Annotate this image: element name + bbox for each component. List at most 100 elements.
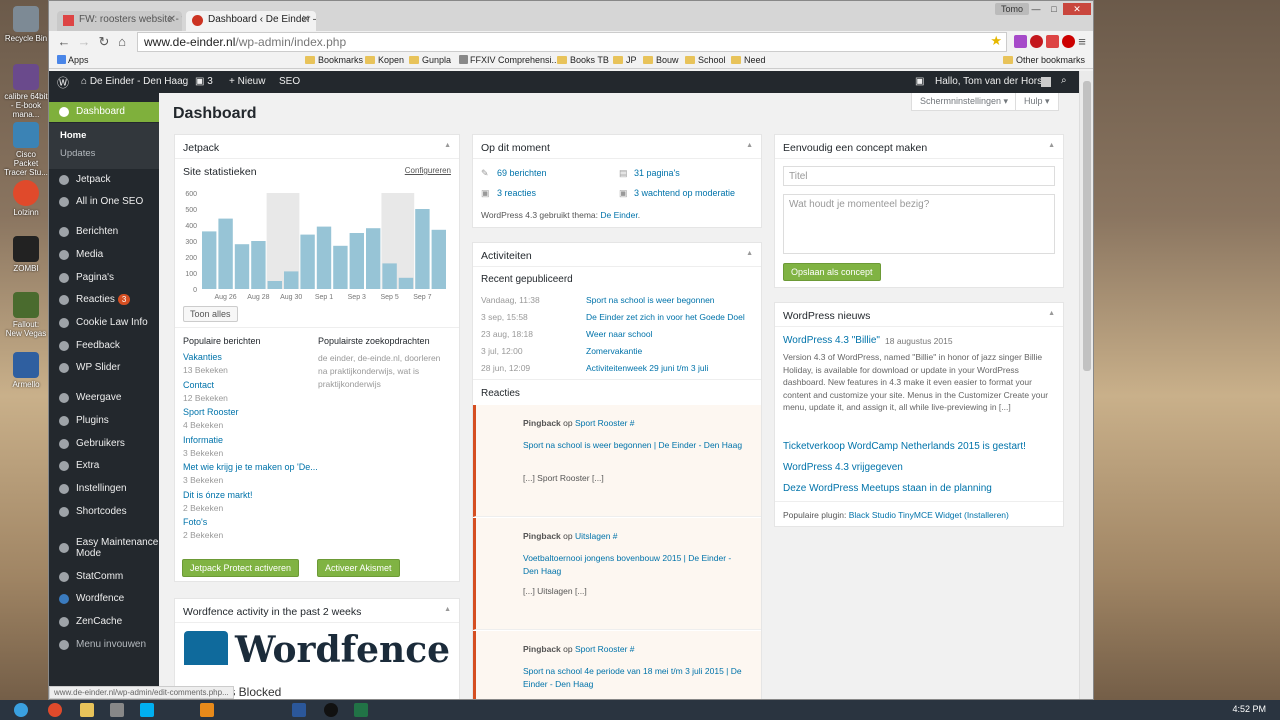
menu-shortcodes[interactable]: Shortcodes xyxy=(49,503,159,521)
vlc-taskbar-icon[interactable] xyxy=(200,703,214,717)
desktop-icon-calibre[interactable]: calibre 64bit - E-book mana... xyxy=(4,64,48,119)
account-greeting[interactable]: Hallo, Tom van der Horst xyxy=(935,76,1045,87)
theme-link[interactable]: De Einder xyxy=(600,210,637,220)
search-icon[interactable]: ⌕ xyxy=(1061,75,1067,86)
plugin-link[interactable]: Black Studio TinyMCE Widget xyxy=(849,510,962,520)
toggle-arrow-icon[interactable]: ▲ xyxy=(1048,310,1055,317)
chrome-taskbar-icon[interactable] xyxy=(48,703,62,717)
menu-wp-slider[interactable]: WP Slider xyxy=(49,359,159,377)
comment-target-link[interactable]: Sport Rooster # xyxy=(575,644,635,654)
comment-link[interactable]: Voetbaltoernooi jongens bovenbouw 2015 |… xyxy=(523,552,743,577)
help-button[interactable]: Hulp ▾ xyxy=(1015,93,1059,111)
menu-statcomm[interactable]: StatComm xyxy=(49,568,159,586)
menu-all-in-one-seo[interactable]: All in One SEO xyxy=(49,193,159,211)
news-link-1[interactable]: Ticketverkoop WordCamp Netherlands 2015 … xyxy=(783,441,1026,452)
reload-icon[interactable]: ↻ xyxy=(95,34,113,50)
chart-bar[interactable] xyxy=(333,245,348,289)
chart-bar[interactable] xyxy=(382,263,397,289)
toggle-arrow-icon[interactable]: ▲ xyxy=(746,250,753,257)
skype-taskbar-icon[interactable] xyxy=(140,703,154,717)
excel-taskbar-icon[interactable] xyxy=(354,703,368,717)
bookmark-need[interactable]: Need xyxy=(731,55,766,65)
menu-dashboard[interactable]: Dashboard xyxy=(49,102,159,122)
popular-post-link[interactable]: Met wie krijg je te maken op 'De... xyxy=(183,462,318,472)
close-window-icon[interactable]: ✕ xyxy=(1063,3,1091,15)
word-taskbar-icon[interactable] xyxy=(292,703,306,717)
comments-count-link[interactable]: 3 reacties xyxy=(497,188,536,198)
opera-icon[interactable] xyxy=(1030,35,1043,48)
menu-collapse[interactable]: Menu invouwen xyxy=(49,636,159,654)
app-taskbar-icon[interactable] xyxy=(110,703,124,717)
bookmark-kopen[interactable]: Kopen xyxy=(365,55,404,65)
recent-post-link[interactable]: Zomervakantie xyxy=(586,346,642,356)
news-main-link[interactable]: WordPress 4.3 "Billie" xyxy=(783,335,880,346)
desktop-icon-zombi[interactable]: ZOMBI xyxy=(4,236,48,273)
new-content-link[interactable]: + Nieuw xyxy=(229,76,265,87)
bookmark-school[interactable]: School xyxy=(685,55,726,65)
menu-berichten[interactable]: Berichten xyxy=(49,223,159,241)
desktop-icon-lolzinn[interactable]: Lolzinn xyxy=(4,180,48,217)
submenu-home[interactable]: Home xyxy=(60,130,86,141)
comment-link[interactable]: Sport na school 4e periode van 18 mei t/… xyxy=(523,665,743,690)
bookmark-ffxiv[interactable]: FFXIV Comprehensi... xyxy=(459,55,559,65)
chart-bar[interactable] xyxy=(202,231,217,289)
chart-bar[interactable] xyxy=(415,209,430,289)
menu-gebruikers[interactable]: Gebruikers xyxy=(49,435,159,453)
comments-link[interactable]: ▣ 3 xyxy=(195,76,213,87)
popular-post-link[interactable]: Contact xyxy=(183,380,214,390)
menu-feedback[interactable]: Feedback xyxy=(49,337,159,355)
url-bar[interactable]: www.de-einder.nl/wp-admin/index.php ★ xyxy=(137,32,1007,52)
bookmark-bookmarks[interactable]: Bookmarks xyxy=(305,55,363,65)
toggle-arrow-icon[interactable]: ▲ xyxy=(1048,142,1055,149)
chrome-user-badge[interactable]: Tomo xyxy=(994,3,1029,15)
close-tab-icon[interactable]: ✕ xyxy=(302,14,310,25)
minimize-icon[interactable]: — xyxy=(1027,3,1045,15)
desktop-icon-recycle-bin[interactable]: Recycle Bin xyxy=(4,6,48,43)
popular-post-link[interactable]: Informatie xyxy=(183,435,223,445)
popular-post-link[interactable]: Vakanties xyxy=(183,352,222,362)
news-link-3[interactable]: Deze WordPress Meetups staan in de plann… xyxy=(783,483,992,494)
comment-target-link[interactable]: Uitslagen # xyxy=(575,531,618,541)
chart-bar[interactable] xyxy=(267,281,282,289)
show-all-button[interactable]: Toon alles xyxy=(183,306,238,322)
menu-zencache[interactable]: ZenCache xyxy=(49,613,159,631)
screen-options-button[interactable]: Schermninstellingen ▾ xyxy=(911,93,1018,111)
recent-post-link[interactable]: Sport na school is weer begonnen xyxy=(586,295,715,305)
tab-roosters-mail[interactable]: FW: roosters website - to... ✕ xyxy=(57,11,182,31)
close-tab-icon[interactable]: ✕ xyxy=(168,14,176,25)
chart-bar[interactable] xyxy=(218,218,233,289)
chart-bar[interactable] xyxy=(398,277,414,289)
draft-content-textarea[interactable]: Wat houdt je momenteel bezig? xyxy=(783,194,1055,254)
extension-icon[interactable] xyxy=(1014,35,1027,48)
menu-plugins[interactable]: Plugins xyxy=(49,412,159,430)
menu-weergave[interactable]: Weergave xyxy=(49,389,159,407)
toggle-arrow-icon[interactable]: ▲ xyxy=(444,142,451,149)
chart-bar[interactable] xyxy=(234,244,250,289)
configure-link[interactable]: Configureren xyxy=(405,166,451,175)
submenu-updates[interactable]: Updates xyxy=(60,148,95,159)
popular-post-link[interactable]: Foto's xyxy=(183,517,207,527)
menu-icon[interactable]: ≡ xyxy=(1073,34,1091,49)
desktop-icon-armello[interactable]: Armello xyxy=(4,352,48,389)
comment-link[interactable]: Sport na school is weer begonnen | De Ei… xyxy=(523,439,743,452)
posts-count-link[interactable]: 69 berichten xyxy=(497,168,547,178)
activate-akismet-button[interactable]: Activeer Akismet xyxy=(317,559,400,577)
menu-jetpack[interactable]: Jetpack xyxy=(49,171,159,189)
save-draft-button[interactable]: Opslaan als concept xyxy=(783,263,881,281)
forward-icon[interactable]: → xyxy=(75,34,93,49)
notification-icon[interactable]: ▣ xyxy=(915,76,924,87)
chart-bar[interactable] xyxy=(284,271,299,289)
gmail-extension-icon[interactable] xyxy=(1046,35,1059,48)
menu-extra[interactable]: Extra xyxy=(49,457,159,475)
chart-bar[interactable] xyxy=(300,234,315,289)
recent-post-link[interactable]: Activiteitenweek 29 juni t/m 3 juli xyxy=(586,363,708,373)
install-plugin-link[interactable]: (Installeren) xyxy=(964,510,1009,520)
comment-target-link[interactable]: Sport Rooster # xyxy=(575,418,635,428)
recent-post-link[interactable]: De Einder zet zich in voor het Goede Doe… xyxy=(586,312,745,322)
chart-bar[interactable] xyxy=(366,228,381,289)
app2-taskbar-icon[interactable] xyxy=(324,703,338,717)
popular-post-link[interactable]: Sport Rooster xyxy=(183,407,239,417)
home-icon[interactable]: ⌂ xyxy=(113,34,131,49)
back-icon[interactable]: ← xyxy=(55,34,73,49)
chart-bar[interactable] xyxy=(316,226,332,289)
